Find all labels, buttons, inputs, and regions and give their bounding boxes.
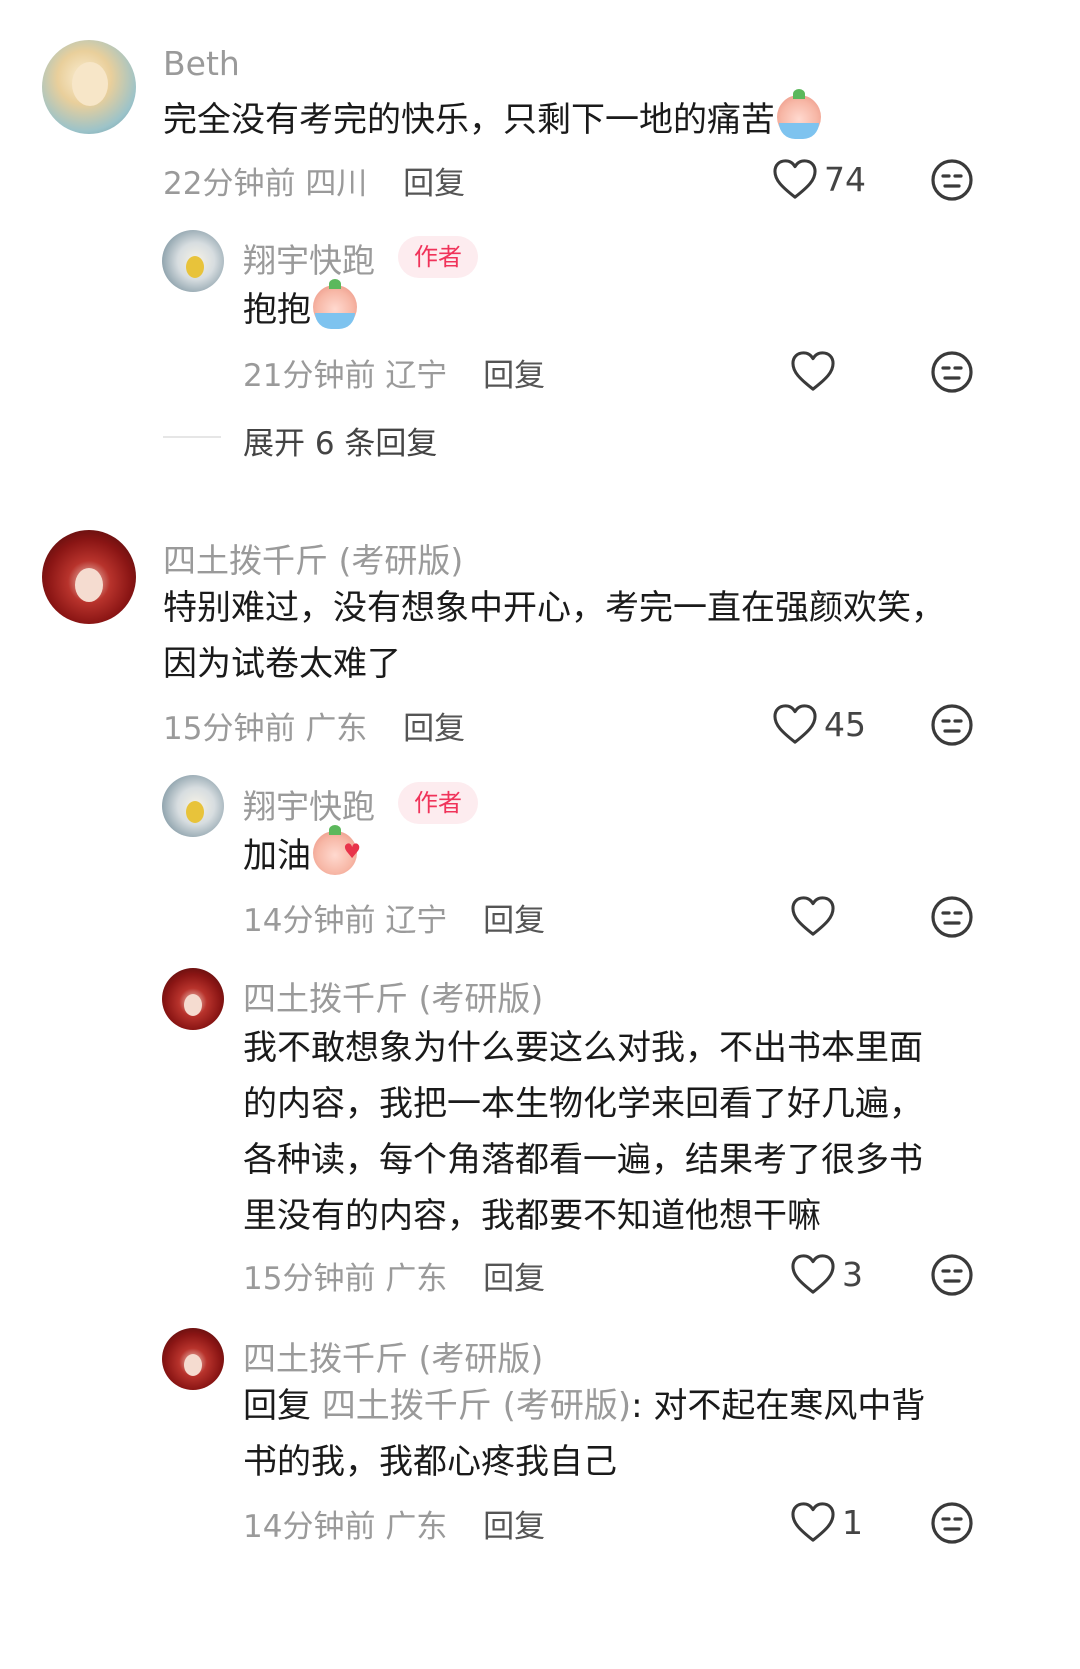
comment-text-line: 因为试卷太难了 bbox=[163, 644, 401, 684]
comment-author-name[interactable]: Beth bbox=[163, 44, 240, 83]
heart-outline-icon bbox=[772, 158, 818, 200]
reply-time: 21分钟前 bbox=[243, 358, 376, 394]
comment-meta: 15分钟前 广东 回复 bbox=[163, 703, 465, 748]
heart-outline-icon bbox=[772, 703, 818, 745]
comment-time: 15分钟前 bbox=[163, 711, 296, 747]
like-count: 1 bbox=[842, 1502, 863, 1542]
like-button[interactable]: 1 bbox=[790, 1501, 863, 1543]
heart-outline-icon bbox=[790, 1253, 836, 1295]
like-button[interactable]: 74 bbox=[772, 158, 866, 200]
reply-text-line: 我不敢想象为什么要这么对我，不出书本里面 bbox=[243, 1028, 923, 1068]
reply-text-content: : 对不起在寒风中背 bbox=[631, 1386, 926, 1426]
reply-location: 广东 bbox=[385, 1509, 448, 1545]
like-button[interactable] bbox=[790, 895, 836, 937]
meh-face-icon[interactable] bbox=[930, 895, 974, 939]
reply-time: 14分钟前 bbox=[243, 1509, 376, 1545]
like-count: 3 bbox=[842, 1254, 863, 1294]
meh-face-icon[interactable] bbox=[930, 350, 974, 394]
reply-author-name[interactable]: 翔宇快跑 bbox=[243, 234, 375, 282]
meh-face-icon[interactable] bbox=[930, 1501, 974, 1545]
reply-location: 广东 bbox=[385, 1261, 448, 1297]
reply-text: 我不敢想象为什么要这么对我，不出书本里面 的内容，我把一本生物化学来回看了好几遍… bbox=[243, 1020, 923, 1244]
avatar[interactable] bbox=[162, 230, 224, 292]
author-badge: 作者 bbox=[398, 236, 478, 278]
avatar[interactable] bbox=[162, 968, 224, 1030]
comment-text-line: 特别难过，没有想象中开心，考完一直在强颜欢笑， bbox=[163, 588, 945, 628]
like-count: 45 bbox=[824, 704, 866, 744]
crying-peach-emoji bbox=[313, 279, 357, 329]
comment-text: 完全没有考完的快乐，只剩下一地的痛苦 bbox=[163, 89, 821, 148]
reply-meta: 14分钟前 广东 回复 bbox=[243, 1501, 545, 1546]
heart-outline-icon bbox=[790, 895, 836, 937]
reply-button[interactable]: 回复 bbox=[403, 166, 465, 202]
expand-replies-button[interactable]: 展开 6 条回复 bbox=[243, 418, 437, 463]
reply-time: 15分钟前 bbox=[243, 1261, 376, 1297]
reply-meta: 15分钟前 广东 回复 bbox=[243, 1253, 545, 1298]
reply-meta: 14分钟前 辽宁 回复 bbox=[243, 895, 545, 940]
reply-text: 回复 四土拨千斤 (考研版): 对不起在寒风中背 书的我，我都心疼我自己 bbox=[243, 1378, 925, 1490]
heart-outline-icon bbox=[790, 350, 836, 392]
comment-text: 特别难过，没有想象中开心，考完一直在强颜欢笑， 因为试卷太难了 bbox=[163, 580, 945, 692]
avatar[interactable] bbox=[42, 40, 136, 134]
reply-author-name[interactable]: 翔宇快跑 bbox=[243, 780, 375, 828]
comment-text-content: 完全没有考完的快乐，只剩下一地的痛苦 bbox=[163, 100, 775, 140]
reply-text-content: 加油 bbox=[243, 836, 311, 876]
comment-author-name[interactable]: 四土拨千斤 (考研版) bbox=[163, 534, 463, 582]
reply-author-name[interactable]: 四土拨千斤 (考研版) bbox=[243, 1332, 543, 1380]
reply-text: 抱抱 bbox=[243, 279, 357, 338]
meh-face-icon[interactable] bbox=[930, 1253, 974, 1297]
crying-peach-emoji bbox=[777, 89, 821, 139]
comment-location: 广东 bbox=[305, 711, 368, 747]
meh-face-icon[interactable] bbox=[930, 703, 974, 747]
author-badge: 作者 bbox=[398, 782, 478, 824]
reply-text-line: 各种读，每个角落都看一遍，结果考了很多书 bbox=[243, 1140, 923, 1180]
like-button[interactable] bbox=[790, 350, 836, 392]
reply-button[interactable]: 回复 bbox=[403, 711, 465, 747]
comment-meta: 22分钟前 四川 回复 bbox=[163, 158, 465, 203]
reply-button[interactable]: 回复 bbox=[483, 358, 545, 394]
reply-text-line: 里没有的内容，我都要不知道他想干嘛 bbox=[243, 1196, 821, 1236]
like-button[interactable]: 3 bbox=[790, 1253, 863, 1295]
reply-text-line: 书的我，我都心疼我自己 bbox=[243, 1442, 617, 1482]
meh-face-icon[interactable] bbox=[930, 158, 974, 202]
reply-button[interactable]: 回复 bbox=[483, 1261, 545, 1297]
avatar[interactable] bbox=[42, 530, 136, 624]
reply-location: 辽宁 bbox=[385, 358, 448, 394]
reply-author-name[interactable]: 四土拨千斤 (考研版) bbox=[243, 972, 543, 1020]
reply-button[interactable]: 回复 bbox=[483, 903, 545, 939]
quoted-user-name[interactable]: 四土拨千斤 (考研版) bbox=[322, 1386, 631, 1426]
reply-text-line: 的内容，我把一本生物化学来回看了好几遍， bbox=[243, 1084, 923, 1124]
comment-location: 四川 bbox=[305, 166, 368, 202]
like-count: 74 bbox=[824, 159, 866, 199]
reply-prefix: 回复 bbox=[243, 1386, 322, 1426]
like-button[interactable]: 45 bbox=[772, 703, 866, 745]
reply-text: 加油 bbox=[243, 823, 361, 884]
reply-button[interactable]: 回复 bbox=[483, 1509, 545, 1545]
reply-meta: 21分钟前 辽宁 回复 bbox=[243, 350, 545, 395]
reply-text-content: 抱抱 bbox=[243, 290, 311, 330]
reply-text-line: 回复 四土拨千斤 (考研版): 对不起在寒风中背 bbox=[243, 1378, 925, 1434]
avatar[interactable] bbox=[162, 1328, 224, 1390]
heart-outline-icon bbox=[790, 1501, 836, 1543]
avatar[interactable] bbox=[162, 775, 224, 837]
kissing-peach-emoji bbox=[313, 823, 361, 879]
divider bbox=[163, 436, 221, 438]
comment-time: 22分钟前 bbox=[163, 166, 296, 202]
reply-location: 辽宁 bbox=[385, 903, 448, 939]
reply-time: 14分钟前 bbox=[243, 903, 376, 939]
